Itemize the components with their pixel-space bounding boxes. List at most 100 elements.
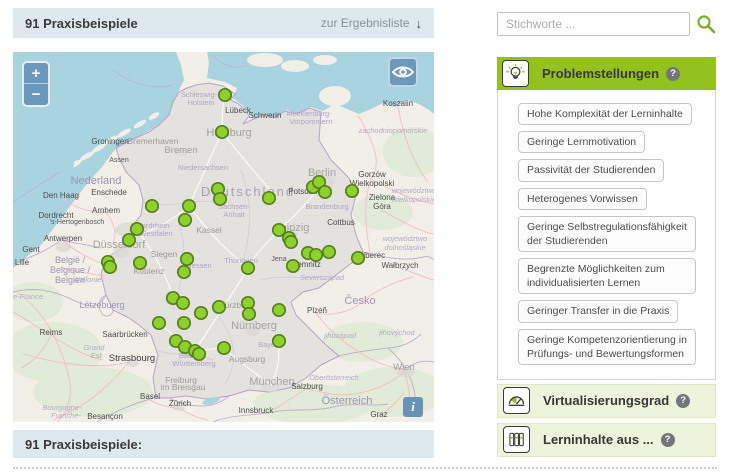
map-label: Wallonie: [73, 275, 102, 284]
map-marker[interactable]: [346, 185, 358, 197]
map-label: Cottbus: [327, 218, 355, 227]
map-marker[interactable]: [287, 260, 299, 272]
zoom-out-button[interactable]: −: [24, 84, 48, 105]
map-marker[interactable]: [179, 214, 191, 226]
map-label: 's-Hertogenbosch: [50, 219, 105, 226]
section-title: Virtualisierungsgrad: [543, 393, 669, 408]
map-marker[interactable]: [323, 246, 335, 258]
archive-icon: [503, 426, 530, 453]
eye-icon: [392, 64, 414, 80]
map-marker[interactable]: [319, 186, 331, 198]
map-label: jihovýchod: [378, 328, 415, 337]
map-label: Siegen: [151, 249, 178, 259]
map-label: België /: [55, 255, 86, 265]
map-label: dolnośląskie: [384, 243, 425, 252]
help-icon[interactable]: ?: [661, 433, 675, 447]
filter-button[interactable]: Geringer Transfer in die Praxis: [518, 300, 678, 322]
filter-button[interactable]: Geringe Kompetenzorientierung in Prüfung…: [518, 329, 696, 365]
map-marker[interactable]: [193, 348, 205, 360]
map-label: Holstein: [187, 98, 214, 107]
map-label: Góra: [373, 202, 391, 211]
map-label: Assen: [109, 157, 129, 164]
map-marker[interactable]: [178, 266, 190, 278]
section-lerninhalte[interactable]: Lerninhalte aus ... ?: [497, 423, 716, 457]
attribution-button[interactable]: i: [403, 397, 423, 417]
map-marker[interactable]: [178, 317, 190, 329]
map-label: Est: [91, 351, 103, 360]
map-marker[interactable]: [310, 249, 322, 261]
map-label: Besançon: [87, 412, 123, 421]
map-marker[interactable]: [213, 301, 225, 313]
layer-visibility-button[interactable]: [388, 57, 418, 87]
map-label: Severozápad: [300, 273, 345, 282]
map-label: im Breisgau: [161, 382, 206, 392]
map-marker[interactable]: [243, 308, 255, 320]
map-label: jihozápad: [323, 331, 357, 340]
map-marker[interactable]: [134, 257, 146, 269]
map-marker[interactable]: [242, 262, 254, 274]
filter-button[interactable]: Geringe Lernmotivation: [518, 131, 645, 153]
to-results-link[interactable]: zur Ergebnisliste ↓: [321, 16, 422, 31]
filter-button[interactable]: Hohe Komplexität der Lerninhalte: [518, 103, 692, 125]
map-label: Nederland: [71, 175, 122, 187]
zoom-in-button[interactable]: +: [24, 63, 48, 84]
map-marker[interactable]: [183, 200, 195, 212]
help-icon[interactable]: ?: [666, 67, 680, 81]
section-problemstellungen[interactable]: Problemstellungen ?: [497, 57, 716, 90]
page: 91 Praxisbeispiele zur Ergebnisliste ↓: [0, 0, 730, 473]
map-label: Koszalin: [383, 99, 413, 108]
map-label: Hauts-de-France: [13, 292, 43, 301]
help-icon[interactable]: ?: [676, 394, 690, 408]
map-marker[interactable]: [263, 192, 275, 204]
map-label: Brandenburg: [305, 202, 348, 211]
to-results-label: zur Ergebnisliste: [321, 16, 410, 30]
map-marker[interactable]: [219, 89, 231, 101]
filter-button[interactable]: Heterogenes Vorwissen: [518, 188, 647, 210]
section-virtualisierungsgrad[interactable]: Virtualisierungsgrad ?: [497, 384, 716, 418]
map-label: Niedersachsen: [178, 163, 228, 172]
map-marker[interactable]: [216, 126, 228, 138]
results-count: 91 Praxisbeispiele: [25, 16, 138, 31]
filter-button[interactable]: Geringe Selbstregulationsfähigkeit der S…: [518, 216, 696, 252]
map-label: Franche-: [51, 411, 82, 420]
map[interactable]: KoszalinSchleswig-HolsteinLübeckSchwerin…: [13, 52, 434, 422]
map-label: Westfalen: [139, 229, 172, 238]
map-marker[interactable]: [131, 223, 143, 235]
map-marker[interactable]: [123, 234, 135, 246]
map-marker[interactable]: [273, 304, 285, 316]
map-marker[interactable]: [177, 297, 189, 309]
map-canvas[interactable]: KoszalinSchleswig-HolsteinLübeckSchwerin…: [13, 52, 434, 422]
section-title: Problemstellungen: [542, 66, 659, 81]
map-label: województwo: [383, 234, 428, 243]
map-label: Saarbrücken: [102, 330, 147, 339]
map-label: Basel: [140, 392, 160, 401]
filter-button[interactable]: Begrenzte Möglichkeiten zum individualis…: [518, 258, 696, 294]
map-label: zachodniopomorskie: [358, 126, 428, 135]
map-label: Česko: [344, 294, 375, 307]
map-label: Groningen: [91, 137, 128, 146]
map-marker[interactable]: [181, 253, 193, 265]
dotted-divider: [13, 467, 717, 469]
filter-button[interactable]: Passivität der Studierenden: [518, 159, 664, 181]
map-label: Bremen: [164, 145, 197, 156]
map-label: Den Haag: [43, 191, 79, 200]
map-marker[interactable]: [146, 200, 158, 212]
map-marker[interactable]: [104, 261, 116, 273]
search-input[interactable]: [497, 12, 690, 36]
search-icon[interactable]: [696, 14, 716, 34]
map-marker[interactable]: [153, 317, 165, 329]
filter-column: Problemstellungen ? Hohe Komplexität der…: [497, 12, 716, 457]
map-label: Hamburg: [206, 127, 251, 139]
map-marker[interactable]: [195, 307, 207, 319]
section-title: Lerninhalte aus ...: [543, 432, 654, 447]
map-marker[interactable]: [273, 335, 285, 347]
map-marker[interactable]: [214, 193, 226, 205]
zoom-control: + −: [22, 61, 50, 107]
map-label: Reims: [40, 328, 63, 337]
map-marker[interactable]: [218, 342, 230, 354]
map-marker[interactable]: [352, 252, 364, 264]
map-marker[interactable]: [285, 236, 297, 248]
map-label: Graz: [370, 410, 387, 419]
map-label: München: [249, 376, 294, 388]
map-label: Plzeň: [307, 306, 327, 315]
